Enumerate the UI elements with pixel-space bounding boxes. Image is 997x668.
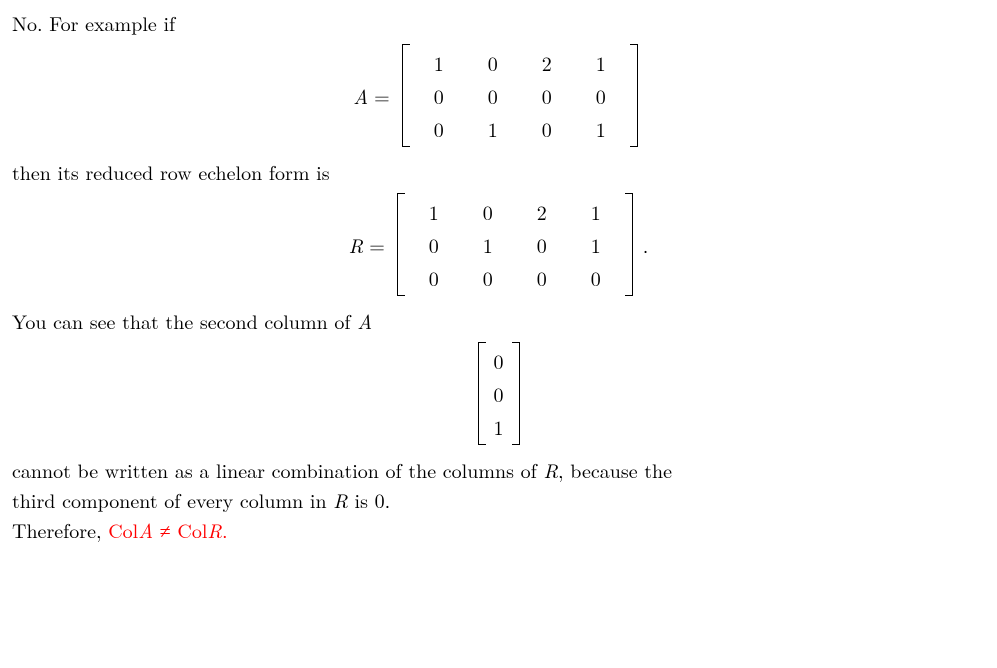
matrix-A-table: 1 0 2 1 0 0 0 0 0 1 0 1 [412, 46, 628, 145]
matrix-cell: 1 [461, 228, 515, 261]
equation-R-period: . [643, 230, 649, 260]
table-row: 0 [488, 377, 510, 410]
conclusion-A: A [138, 515, 153, 544]
column-vector-table: 0 0 1 [488, 344, 510, 443]
table-row: 0 1 0 1 [412, 112, 628, 145]
conclusion-col1: Col [108, 515, 138, 544]
equation-R-inline: R = 1 0 2 1 0 1 0 1 0 0 0 [349, 193, 649, 296]
cannot-text-c: , because the [558, 455, 672, 484]
matrix-cell: 2 [520, 46, 574, 79]
matrix-cell: 0 [466, 46, 520, 79]
matrix-cell: 0 [520, 79, 574, 112]
matrix-cell: 0 [515, 228, 569, 261]
equals-sign-1: = [374, 81, 390, 111]
matrix-cell: 0 [488, 344, 510, 377]
conclusion-period: . [222, 515, 228, 544]
third-component-line: third component of every column in R is … [12, 485, 985, 515]
table-row: 0 [488, 344, 510, 377]
second-column-text-a: You can see that the second column of [12, 306, 357, 335]
matrix-cell: 0 [412, 79, 466, 112]
matrix-cell: 2 [515, 195, 569, 228]
matrix-A: 1 0 2 1 0 0 0 0 0 1 0 1 [402, 44, 638, 147]
matrix-cell: 0 [407, 228, 461, 261]
matrix-cell: 0 [488, 377, 510, 410]
matrix-cell: 0 [466, 79, 520, 112]
table-row: 0 1 0 1 [407, 228, 623, 261]
matrix-R-table: 1 0 2 1 0 1 0 1 0 0 0 0 [407, 195, 623, 294]
cannot-line: cannot be written as a linear combinatio… [12, 455, 985, 485]
rref-intro-text: then its reduced row echelon form is [12, 157, 330, 186]
conclusion-therefore: Therefore, [12, 515, 108, 544]
matrix-cell: 0 [515, 261, 569, 294]
intro-text: No. For example if [12, 8, 175, 37]
matrix-cell: 1 [412, 46, 466, 79]
matrix-cell: 0 [461, 195, 515, 228]
cannot-text-a: cannot be written as a linear combinatio… [12, 455, 543, 484]
matrix-cell: 1 [569, 228, 623, 261]
table-row: 1 [488, 410, 510, 443]
third-comp-R: R [333, 485, 348, 514]
column-vector-inline: 0 0 1 [472, 342, 526, 445]
intro-line: No. For example if [12, 8, 985, 38]
conclusion-col2: Col [177, 515, 207, 544]
equation-R: R = 1 0 2 1 0 1 0 1 0 0 0 [12, 193, 985, 296]
matrix-cell: 0 [520, 112, 574, 145]
matrix-cell: 0 [407, 261, 461, 294]
equation-A-inline: A = 1 0 2 1 0 0 0 0 0 1 0 [353, 44, 643, 147]
conclusion-line: Therefore, ColA ≠ ColR. [12, 515, 985, 545]
matrix-cell: 0 [461, 261, 515, 294]
matrix-cell: 0 [569, 261, 623, 294]
column-vector: 0 0 1 [478, 342, 520, 445]
matrix-cell: 0 [574, 79, 628, 112]
table-row: 0 0 0 0 [412, 79, 628, 112]
equation-A: A = 1 0 2 1 0 0 0 0 0 1 0 [12, 44, 985, 147]
table-row: 1 0 2 1 [407, 195, 623, 228]
matrix-R: 1 0 2 1 0 1 0 1 0 0 0 0 [397, 193, 633, 296]
third-comp-a: third component of every column in [12, 485, 333, 514]
equals-sign-2: = [369, 230, 385, 260]
matrix-cell: 1 [488, 410, 510, 443]
second-column-line: You can see that the second column of A [12, 306, 985, 336]
matrix-cell: 1 [569, 195, 623, 228]
matrix-cell: 1 [574, 46, 628, 79]
column-vector-block: 0 0 1 [12, 342, 985, 445]
matrix-cell: 1 [466, 112, 520, 145]
third-comp-c: is 0. [348, 485, 390, 514]
matrix-cell: 1 [574, 112, 628, 145]
symbol-R: R [349, 230, 364, 260]
matrix-cell: 0 [412, 112, 466, 145]
conclusion-neq: ≠ [153, 515, 177, 544]
cannot-R: R [543, 455, 558, 484]
conclusion-R: R [207, 515, 222, 544]
table-row: 0 0 0 0 [407, 261, 623, 294]
symbol-A: A [353, 81, 368, 111]
second-column-A: A [357, 306, 372, 335]
rref-intro-line: then its reduced row echelon form is [12, 157, 985, 187]
table-row: 1 0 2 1 [412, 46, 628, 79]
matrix-cell: 1 [407, 195, 461, 228]
